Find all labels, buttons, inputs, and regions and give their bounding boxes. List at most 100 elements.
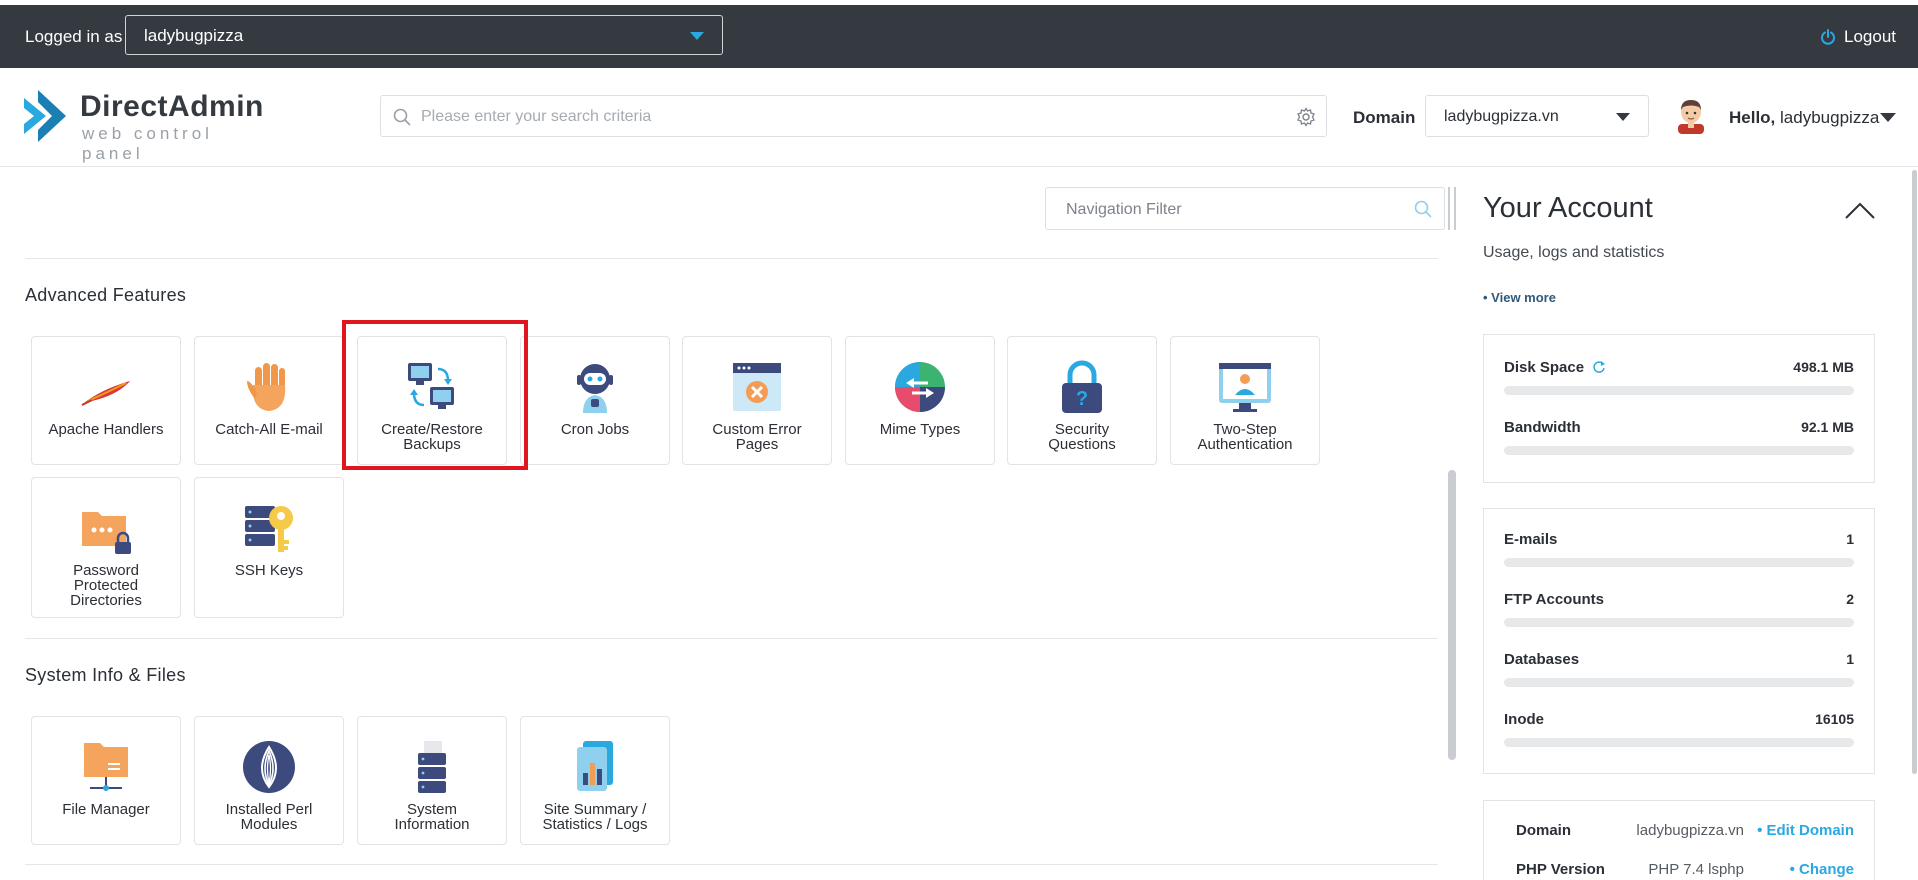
- tile-apache-handlers[interactable]: Apache Handlers: [31, 336, 181, 465]
- domain-select[interactable]: ladybugpizza.vn: [1425, 95, 1649, 137]
- divider: [25, 864, 1438, 865]
- tile-catch-all-email[interactable]: Catch-All E-mail: [194, 336, 344, 465]
- domain-label: Domain: [1353, 108, 1416, 127]
- chevron-down-icon: [1616, 113, 1630, 121]
- search-icon: [1414, 200, 1432, 218]
- user-select-value: ladybugpizza: [144, 26, 244, 45]
- folder-network-icon: [84, 743, 128, 791]
- section-title-system-info-files: System Info & Files: [25, 665, 186, 685]
- divider: [25, 638, 1438, 639]
- tile-label: File Manager: [62, 801, 150, 818]
- robot-icon: [577, 364, 613, 413]
- view-more-link[interactable]: • View more: [1483, 290, 1556, 305]
- logo-name: DirectAdmin: [80, 90, 264, 123]
- tile-site-summary-statistics-logs[interactable]: Site Summary / Statistics / Logs: [520, 716, 670, 845]
- counts-card: E-mails 1 FTP Accounts 2 Databases 1 Ino…: [1483, 508, 1875, 774]
- your-account-subtitle: Usage, logs and statistics: [1483, 244, 1665, 261]
- stat-value: 1: [1846, 531, 1854, 547]
- user-menu-chevron-down-icon[interactable]: [1880, 113, 1896, 122]
- tile-label: Protected: [73, 577, 139, 594]
- feather-icon: [81, 381, 130, 406]
- usage-card: Disk Space 498.1 MB Bandwidth 92.1 MB: [1483, 334, 1875, 483]
- stat-label: FTP Accounts: [1504, 591, 1605, 608]
- tile-label: Modules: [240, 816, 298, 833]
- navigation-filter[interactable]: [1045, 187, 1445, 231]
- stat-value: 16105: [1815, 711, 1854, 727]
- tile-two-step-authentication[interactable]: Two-Step Authentication: [1170, 336, 1320, 465]
- your-account-title: Your Account: [1483, 192, 1653, 224]
- hello-label: Hello,: [1729, 108, 1776, 127]
- tile-label: Questions: [1048, 436, 1116, 453]
- mime-icon: [895, 362, 945, 412]
- progress-bar: [1504, 446, 1854, 455]
- glove-icon: [247, 363, 286, 411]
- stat-label: E-mails: [1504, 531, 1558, 548]
- progress-bar: [1504, 738, 1854, 747]
- tile-cron-jobs[interactable]: Cron Jobs: [520, 336, 670, 465]
- stat-bandwidth: Bandwidth 92.1 MB: [1504, 419, 1854, 459]
- tile-label: Site Summary /: [543, 801, 647, 818]
- highlight-box: [342, 320, 528, 470]
- logout-label: Logout: [1844, 27, 1896, 46]
- tile-label: Mime Types: [879, 421, 961, 438]
- logo-tagline: web control panel: [82, 124, 213, 163]
- hello-username: ladybugpizza: [1780, 108, 1880, 127]
- search-box[interactable]: [380, 95, 1327, 138]
- progress-bar: [1504, 678, 1854, 687]
- stat-emails: E-mails 1: [1504, 531, 1854, 571]
- folder-lock-icon: [82, 512, 131, 554]
- tile-ssh-keys[interactable]: SSH Keys: [194, 477, 344, 618]
- divider: [25, 258, 1438, 259]
- directadmin-logo[interactable]: DirectAdmin web control panel: [24, 90, 264, 163]
- stat-value: 92.1 MB: [1801, 419, 1854, 435]
- tile-label: Custom Error: [712, 421, 802, 438]
- tile-system-information[interactable]: System Information: [357, 716, 507, 845]
- stat-databases: Databases 1: [1504, 651, 1854, 691]
- search-input[interactable]: [419, 96, 1283, 138]
- search-icon: [393, 108, 411, 126]
- panel-divider-handle[interactable]: [1448, 187, 1456, 230]
- progress-bar: [1504, 558, 1854, 567]
- logout-button[interactable]: Logout: [1820, 27, 1896, 47]
- top-bar: Logged in as ladybugpizza Logout: [0, 5, 1918, 68]
- power-icon: [1821, 29, 1835, 45]
- user-select[interactable]: ladybugpizza: [125, 15, 723, 55]
- tile-custom-error-pages[interactable]: Custom Error Pages: [682, 336, 832, 465]
- lock-question-icon: ?: [1062, 360, 1102, 413]
- user-greeting[interactable]: Hello, ladybugpizza: [1729, 108, 1879, 128]
- progress-bar: [1504, 618, 1854, 627]
- navigation-filter-input[interactable]: [1064, 188, 1398, 231]
- edit-domain-link[interactable]: • Edit Domain: [1757, 822, 1854, 839]
- tile-label: Authentication: [1197, 436, 1293, 453]
- gear-icon[interactable]: [1296, 107, 1316, 127]
- tile-label: Apache Handlers: [48, 421, 164, 438]
- server-icon: [418, 741, 446, 793]
- chevron-up-icon[interactable]: [1844, 200, 1876, 220]
- tile-label: Password: [73, 562, 139, 579]
- main-scrollbar[interactable]: [1448, 470, 1456, 760]
- tile-security-questions[interactable]: ? Security Questions: [1007, 336, 1157, 465]
- tile-label: Two-Step: [1213, 421, 1277, 438]
- tile-label: Security: [1054, 421, 1110, 438]
- tile-label: Information: [394, 816, 470, 833]
- chevron-down-icon: [690, 32, 704, 40]
- tile-mime-types[interactable]: Mime Types: [845, 336, 995, 465]
- stat-label: Inode: [1504, 711, 1544, 728]
- logged-in-label: Logged in as: [25, 27, 123, 46]
- stat-label: Databases: [1504, 651, 1580, 668]
- domain-info-card: Domain ladybugpizza.vn • Edit Domain PHP…: [1483, 800, 1875, 880]
- tile-password-protected-directories[interactable]: Password Protected Directories: [31, 477, 181, 618]
- tile-label: Pages: [735, 436, 779, 453]
- tile-file-manager[interactable]: File Manager: [31, 716, 181, 845]
- svg-text:?: ?: [1076, 388, 1088, 410]
- right-scrollbar[interactable]: [1912, 170, 1917, 774]
- tile-label: SSH Keys: [234, 562, 304, 579]
- domain-select-value: ladybugpizza.vn: [1444, 108, 1559, 125]
- tile-label: Cron Jobs: [560, 421, 630, 438]
- avatar[interactable]: [1675, 98, 1707, 134]
- logo-mark-icon: [24, 90, 66, 142]
- tile-label: System: [406, 801, 457, 818]
- tile-installed-perl-modules[interactable]: Installed Perl Modules: [194, 716, 344, 845]
- refresh-icon[interactable]: [1592, 360, 1606, 374]
- ssh-key-icon: [245, 506, 293, 552]
